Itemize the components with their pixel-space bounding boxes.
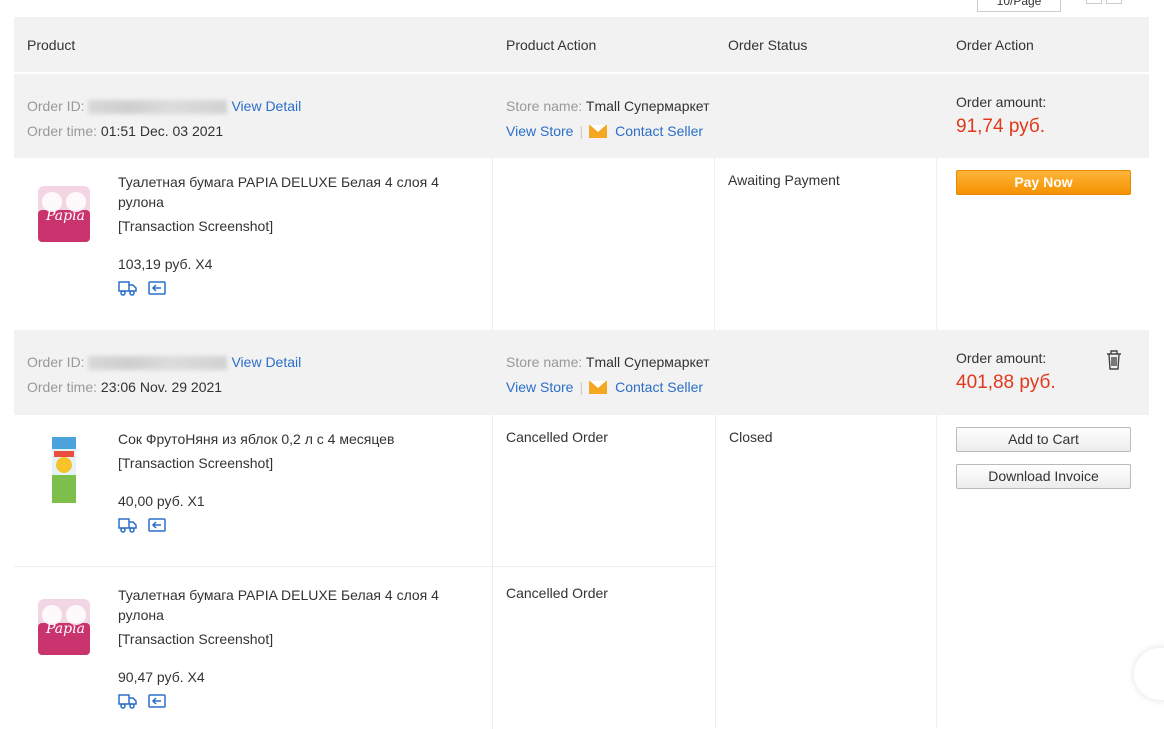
contact-seller-link[interactable]: Contact Seller bbox=[615, 123, 703, 139]
order-id-redacted bbox=[88, 100, 228, 115]
order-status: Closed bbox=[715, 415, 937, 728]
view-store-link[interactable]: View Store bbox=[506, 379, 573, 395]
order-items-group: Сок ФрутоНяня из яблок 0,2 л с 4 месяцев… bbox=[14, 415, 1149, 729]
return-icon[interactable] bbox=[148, 693, 166, 709]
order-item: Сок ФрутоНяня из яблок 0,2 л с 4 месяцев… bbox=[14, 415, 715, 567]
juice-box-thumbnail[interactable] bbox=[32, 437, 96, 505]
view-detail-link[interactable]: View Detail bbox=[231, 354, 301, 370]
view-store-link[interactable]: View Store bbox=[506, 123, 573, 139]
toilet-paper-thumbnail[interactable]: Papia bbox=[32, 593, 96, 661]
order-amount: 401,88 руб. bbox=[956, 372, 1056, 393]
delivery-truck-icon[interactable] bbox=[118, 517, 137, 533]
order-item: Papia Туалетная бумага PAPIA DELUXE Бела… bbox=[14, 567, 715, 729]
order-status: Awaiting Payment bbox=[715, 158, 937, 330]
svg-text:Papia: Papia bbox=[45, 208, 85, 224]
orders-table: Product Product Action Order Status Orde… bbox=[14, 17, 1149, 729]
order-time: 23:06 Nov. 29 2021 bbox=[100, 379, 223, 395]
header-product: Product bbox=[27, 36, 76, 53]
add-to-cart-button[interactable]: Add to Cart bbox=[956, 427, 1131, 452]
header-order-status: Order Status bbox=[728, 36, 808, 53]
return-icon[interactable] bbox=[148, 280, 166, 296]
view-detail-link[interactable]: View Detail bbox=[231, 98, 301, 114]
table-header: Product Product Action Order Status Orde… bbox=[14, 17, 1149, 74]
contact-seller-link[interactable]: Contact Seller bbox=[615, 379, 703, 395]
product-action-cell: Cancelled Order bbox=[506, 429, 608, 445]
pay-now-button[interactable]: Pay Now bbox=[956, 170, 1131, 195]
download-invoice-button[interactable]: Download Invoice bbox=[956, 464, 1131, 489]
order-header: Order ID: View Detail Order time: 23:06 … bbox=[14, 330, 1149, 415]
product-action-cell bbox=[493, 158, 715, 330]
order-item: Papia Туалетная бумага PAPIA DELUXE Бела… bbox=[14, 158, 1149, 330]
trash-icon[interactable] bbox=[1106, 350, 1122, 370]
transaction-screenshot-link[interactable]: [Transaction Screenshot] bbox=[118, 629, 478, 649]
view-toggle[interactable] bbox=[1086, 0, 1122, 4]
order-amount: 91,74 руб. bbox=[956, 116, 1046, 137]
product-price: 90,47 руб. X4 bbox=[118, 669, 205, 685]
header-order-action: Order Action bbox=[956, 36, 1034, 53]
toilet-paper-thumbnail[interactable]: Papia bbox=[32, 180, 96, 248]
product-action-cell: Cancelled Order bbox=[506, 585, 608, 601]
delivery-truck-icon[interactable] bbox=[118, 280, 137, 296]
transaction-screenshot-link[interactable]: [Transaction Screenshot] bbox=[118, 216, 478, 236]
svg-text:Papia: Papia bbox=[45, 621, 85, 637]
store-name: Tmall Супермаркет bbox=[585, 98, 710, 114]
per-page-select[interactable]: 10/Page bbox=[977, 0, 1061, 12]
return-icon[interactable] bbox=[148, 517, 166, 533]
order-id-redacted bbox=[88, 356, 228, 371]
transaction-screenshot-link[interactable]: [Transaction Screenshot] bbox=[118, 453, 478, 473]
mail-icon bbox=[589, 124, 608, 138]
store-name: Tmall Супермаркет bbox=[585, 354, 710, 370]
header-product-action: Product Action bbox=[506, 36, 597, 53]
delivery-truck-icon[interactable] bbox=[118, 693, 137, 709]
mail-icon bbox=[589, 380, 608, 394]
order-header: Order ID: View Detail Order time: 01:51 … bbox=[14, 74, 1149, 158]
product-title[interactable]: Сок ФрутоНяня из яблок 0,2 л с 4 месяцев bbox=[118, 429, 478, 449]
product-price: 103,19 руб. X4 bbox=[118, 256, 213, 272]
order-time: 01:51 Dec. 03 2021 bbox=[100, 123, 224, 139]
product-title[interactable]: Туалетная бумага PAPIA DELUXE Белая 4 сл… bbox=[118, 585, 478, 625]
product-price: 40,00 руб. X1 bbox=[118, 493, 205, 509]
product-title[interactable]: Туалетная бумага PAPIA DELUXE Белая 4 сл… bbox=[118, 172, 478, 212]
